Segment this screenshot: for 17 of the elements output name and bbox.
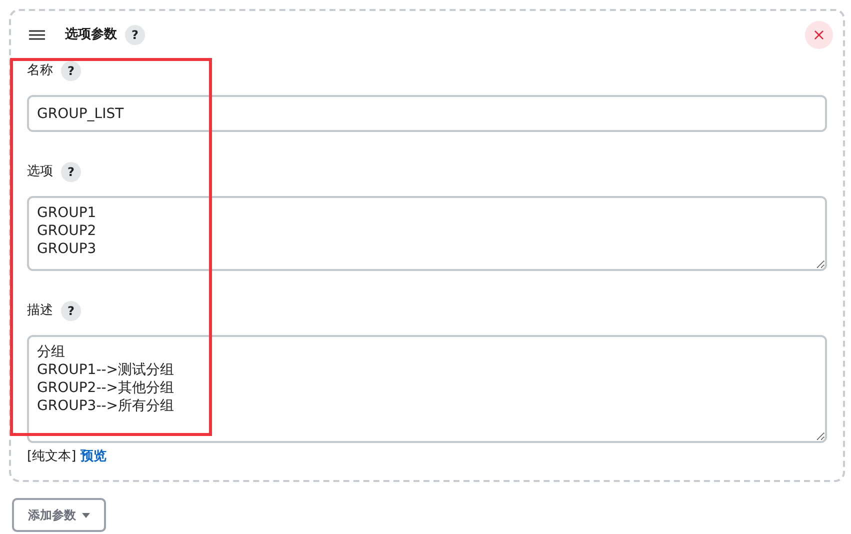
preview-link[interactable]: 预览 [80, 449, 106, 464]
field-label: 描述 [27, 302, 53, 320]
format-note: [纯文本] [27, 449, 76, 464]
field-label: 名称 [27, 62, 53, 80]
menu-icon[interactable] [29, 30, 45, 40]
close-button[interactable]: × [805, 21, 833, 49]
text-area[interactable]: GROUP1 GROUP2 GROUP3 [27, 196, 827, 271]
panel-title: 选项参数 [65, 26, 117, 44]
field-label: 选项 [27, 163, 53, 182]
caret-icon [82, 512, 90, 518]
help-button[interactable]: ? [61, 162, 81, 182]
help-button[interactable]: ? [125, 25, 145, 45]
text-area[interactable]: 分组 GROUP1-->测试分组 GROUP2-->其他分组 GROUP3-->所有分组 [27, 335, 827, 443]
help-button[interactable]: ? [61, 301, 81, 321]
help-button[interactable]: ? [61, 61, 81, 81]
input-field[interactable]: GROUP_LIST [27, 95, 827, 132]
add-parameter-button[interactable]: 添加参数 [12, 498, 106, 532]
